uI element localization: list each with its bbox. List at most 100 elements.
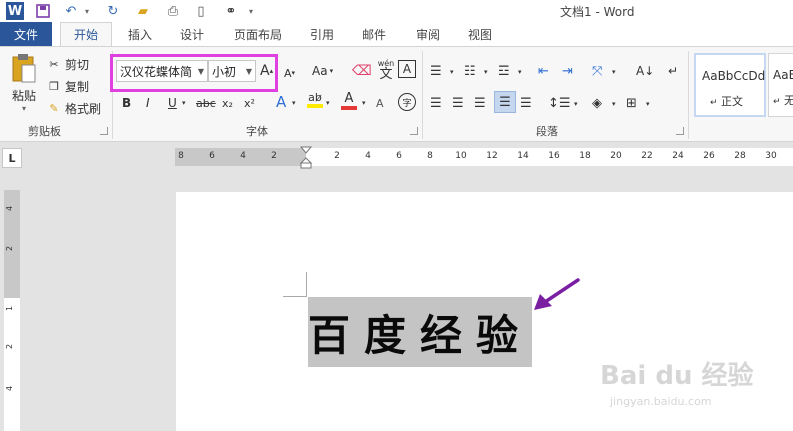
- font-dialog-launcher-icon[interactable]: [410, 127, 418, 135]
- print-preview-icon[interactable]: ⎙: [164, 2, 182, 20]
- ruler-number: 22: [641, 151, 653, 161]
- phonetic-char: 文: [379, 66, 393, 82]
- copy-button[interactable]: ❐ 复制: [46, 77, 89, 95]
- binoculars-icon[interactable]: ⚭: [220, 2, 242, 20]
- increase-indent-icon[interactable]: ⇥: [562, 61, 573, 81]
- clear-formatting-icon[interactable]: ⌫: [352, 61, 372, 81]
- distributed-icon[interactable]: ☰: [520, 93, 532, 113]
- bold-button[interactable]: B: [122, 93, 131, 113]
- numbering-icon[interactable]: ☷: [464, 61, 476, 81]
- italic-button[interactable]: I: [146, 93, 150, 113]
- align-center-icon[interactable]: ☰: [452, 93, 464, 113]
- asian-layout-dropdown-icon[interactable]: ▾: [612, 65, 616, 79]
- borders-icon[interactable]: ⊞: [626, 93, 637, 113]
- multilevel-list-dropdown-icon[interactable]: ▾: [518, 65, 522, 79]
- tab-review[interactable]: 审阅: [412, 22, 444, 46]
- font-group-label: 字体: [246, 125, 268, 138]
- tab-view[interactable]: 视图: [464, 22, 496, 46]
- window-title: 文档1 - Word: [560, 5, 635, 19]
- paste-button[interactable]: 粘贴 ▾: [6, 53, 42, 113]
- font-color-button[interactable]: A: [340, 91, 358, 113]
- shading-icon[interactable]: ◈: [592, 93, 602, 113]
- copy-label: 复制: [65, 79, 90, 94]
- style-normal-preview: AaBbCcDd: [702, 69, 766, 83]
- line-spacing-dropdown-icon[interactable]: ▾: [574, 97, 578, 111]
- grow-font-icon[interactable]: A ▴: [260, 61, 273, 81]
- borders-dropdown-icon[interactable]: ▾: [646, 97, 650, 111]
- align-right-icon[interactable]: ☰: [474, 93, 486, 113]
- paragraph-group-label: 段落: [536, 125, 558, 138]
- justify-icon[interactable]: ☰: [494, 91, 516, 113]
- sort-icon[interactable]: A↓: [636, 61, 654, 81]
- ruler-number: 28: [734, 151, 746, 161]
- text-highlight-button[interactable]: ab̷: [306, 91, 324, 113]
- shading-dropdown-icon[interactable]: ▾: [612, 97, 616, 111]
- open-folder-icon[interactable]: ▰: [134, 2, 152, 20]
- line-spacing-icon[interactable]: ↕☰: [548, 93, 571, 113]
- margin-corner-mark: [306, 272, 307, 296]
- format-painter-button[interactable]: ✎ 格式刷: [46, 99, 101, 117]
- tab-home[interactable]: 开始: [60, 22, 112, 46]
- change-case-label: Aa: [312, 64, 328, 78]
- ruler-number: 4: [365, 151, 371, 161]
- undo-icon[interactable]: ↶: [62, 2, 80, 20]
- font-color-dropdown-icon[interactable]: ▾: [362, 95, 366, 111]
- strikethrough-button[interactable]: abc: [196, 93, 216, 113]
- underline-button[interactable]: U: [168, 93, 177, 113]
- ruler-area: L 8 6 4 2 2 4 6 8 10 12 14 16 18 20 22 2…: [0, 142, 793, 172]
- highlight-dropdown-icon[interactable]: ▾: [326, 95, 330, 111]
- style-no-spacing[interactable]: AaBb ↵ 无: [768, 53, 793, 117]
- new-document-icon[interactable]: ▯: [192, 2, 210, 20]
- decrease-indent-icon[interactable]: ⇤: [538, 61, 549, 81]
- watermark-brand: Bai du 经验: [600, 361, 754, 391]
- horizontal-ruler[interactable]: 8 6 4 2 2 4 6 8 10 12 14 16 18 20 22 24 …: [175, 146, 793, 169]
- text-effects-icon[interactable]: A: [276, 91, 286, 113]
- subscript-label: x₂: [222, 96, 233, 110]
- font-color-icon: A: [344, 91, 354, 106]
- vertical-ruler-number: 4: [5, 205, 15, 212]
- numbering-dropdown-icon[interactable]: ▾: [484, 65, 488, 79]
- asian-layout-icon[interactable]: ⤧: [592, 61, 602, 81]
- style-normal-name: ↵ 正文: [710, 95, 744, 108]
- clipboard-dialog-launcher-icon[interactable]: [100, 127, 108, 135]
- cut-button[interactable]: ✂ 剪切: [46, 55, 89, 73]
- group-separator: [422, 51, 423, 139]
- character-shading-icon[interactable]: A: [376, 93, 384, 113]
- align-left-icon[interactable]: ☰: [430, 93, 442, 113]
- tab-page-layout[interactable]: 页面布局: [230, 22, 286, 46]
- paragraph-dialog-launcher-icon[interactable]: [676, 127, 684, 135]
- tab-design[interactable]: 设计: [176, 22, 208, 46]
- superscript-button[interactable]: x²: [244, 93, 255, 113]
- phonetic-guide-button[interactable]: wén 文: [376, 56, 396, 84]
- underline-dropdown-icon[interactable]: ▾: [182, 95, 186, 111]
- enclose-characters-button[interactable]: 字: [398, 93, 416, 111]
- ruler-number: 30: [765, 151, 777, 161]
- shrink-font-icon[interactable]: A ▾: [284, 63, 295, 83]
- change-case-button[interactable]: Aa ▾: [312, 61, 333, 81]
- tab-file[interactable]: 文件: [0, 22, 52, 46]
- customize-qat-icon[interactable]: ▾: [246, 2, 256, 20]
- tab-mailings[interactable]: 邮件: [358, 22, 390, 46]
- tab-references[interactable]: 引用: [306, 22, 338, 46]
- paste-label: 粘贴: [11, 89, 36, 103]
- show-marks-icon[interactable]: ↵: [668, 61, 678, 81]
- character-border-button[interactable]: A: [398, 60, 416, 78]
- indent-marker-icon[interactable]: [300, 146, 312, 170]
- copy-icon: ❐: [49, 79, 59, 93]
- tab-selector[interactable]: L: [2, 148, 22, 168]
- vertical-ruler[interactable]: 4 2 1 2 4: [4, 190, 20, 431]
- style-normal[interactable]: AaBbCcDd ↵ 正文: [694, 53, 766, 117]
- bullets-dropdown-icon[interactable]: ▾: [450, 65, 454, 79]
- save-icon[interactable]: [34, 2, 52, 20]
- selected-document-text[interactable]: 百度经验: [308, 297, 532, 367]
- multilevel-list-icon[interactable]: ☲: [498, 61, 510, 81]
- undo-dropdown-icon[interactable]: ▾: [82, 2, 92, 20]
- ruler-number: 8: [178, 151, 184, 161]
- redo-icon[interactable]: ↻: [104, 2, 122, 20]
- bullets-icon[interactable]: ☰: [430, 61, 442, 81]
- clipboard-group-label: 剪贴板: [28, 125, 61, 138]
- tab-insert[interactable]: 插入: [124, 22, 156, 46]
- chevron-down-icon: ▾: [329, 67, 334, 75]
- subscript-button[interactable]: x₂: [222, 93, 233, 113]
- text-effects-dropdown-icon[interactable]: ▾: [292, 95, 296, 111]
